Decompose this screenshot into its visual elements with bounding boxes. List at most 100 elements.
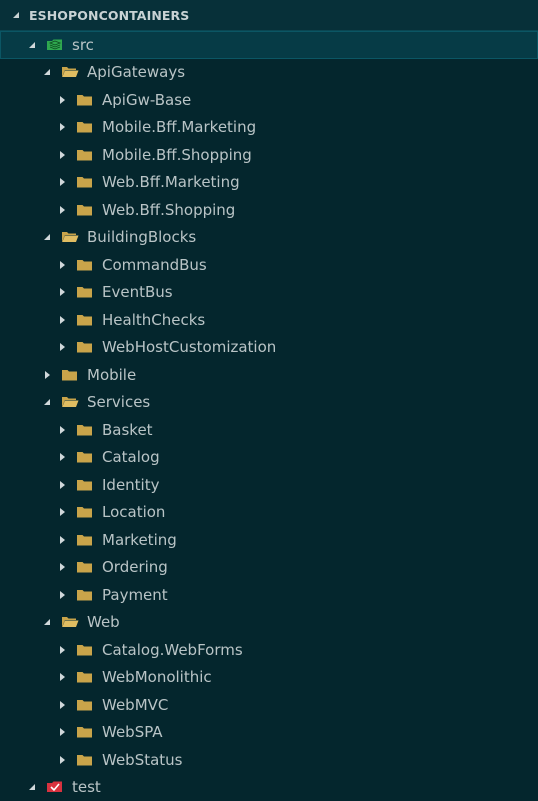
tree-item-web-bff-shopping[interactable]: Web.Bff.Shopping [0,196,538,224]
collapsed-arrow-icon[interactable] [57,150,67,160]
collapsed-arrow-icon[interactable] [57,507,67,517]
collapsed-arrow-icon[interactable] [57,177,67,187]
expanded-arrow-icon[interactable] [42,397,52,407]
tree-item-label: Marketing [102,531,177,549]
folder-icon [76,643,94,657]
explorer-title: ESHOPONCONTAINERS [29,8,189,23]
tree-item-buildingblocks[interactable]: BuildingBlocks [0,224,538,252]
folder-icon [76,340,94,354]
collapsed-arrow-icon[interactable] [57,205,67,215]
folder-open-icon [61,395,79,409]
tree-item-label: Catalog.WebForms [102,641,243,659]
tree-item-healthchecks[interactable]: HealthChecks [0,306,538,334]
tree-item-label: Mobile [87,366,136,384]
folder-icon [76,93,94,107]
folder-icon [76,423,94,437]
folder-open-icon [61,230,79,244]
folder-icon [76,175,94,189]
folder-icon [61,368,79,382]
tree-item-label: Mobile.Bff.Shopping [102,146,252,164]
collapsed-arrow-icon[interactable] [57,535,67,545]
tree-item-label: src [72,36,94,54]
collapsed-arrow-icon[interactable] [57,480,67,490]
tree-item-commandbus[interactable]: CommandBus [0,251,538,279]
tree-item-label: Mobile.Bff.Marketing [102,118,256,136]
tree-item-payment[interactable]: Payment [0,581,538,609]
collapsed-arrow-icon[interactable] [57,452,67,462]
collapsed-arrow-icon[interactable] [57,122,67,132]
collapsed-arrow-icon[interactable] [57,755,67,765]
tree-item-label: Location [102,503,165,521]
folder-open-icon [61,65,79,79]
folder-icon [76,203,94,217]
tree-item-apigateways[interactable]: ApiGateways [0,59,538,87]
collapsed-arrow-icon[interactable] [57,425,67,435]
folder-icon [76,120,94,134]
tree-item-label: WebStatus [102,751,183,769]
collapsed-arrow-icon[interactable] [57,645,67,655]
tree-item-label: EventBus [102,283,173,301]
tree-item-label: WebHostCustomization [102,338,276,356]
src-folder-icon [46,38,64,52]
collapsed-arrow-icon[interactable] [57,95,67,105]
collapsed-arrow-icon[interactable] [57,672,67,682]
tree-item-apigw-base[interactable]: ApiGw-Base [0,86,538,114]
tree-item-webstatus[interactable]: WebStatus [0,746,538,774]
tree-item-webhostcustomization[interactable]: WebHostCustomization [0,334,538,362]
tree-item-mobile-bff-marketing[interactable]: Mobile.Bff.Marketing [0,114,538,142]
tree-item-services[interactable]: Services [0,389,538,417]
tree-item-marketing[interactable]: Marketing [0,526,538,554]
collapsed-arrow-icon[interactable] [57,315,67,325]
tree-item-catalog[interactable]: Catalog [0,444,538,472]
collapsed-arrow-icon[interactable] [57,260,67,270]
collapsed-arrow-icon[interactable] [57,727,67,737]
tree-item-label: Web.Bff.Shopping [102,201,235,219]
expanded-arrow-icon[interactable] [27,782,37,792]
collapsed-arrow-icon[interactable] [57,700,67,710]
tree-item-label: HealthChecks [102,311,205,329]
tree-item-label: Basket [102,421,153,439]
collapsed-arrow-icon[interactable] [57,562,67,572]
tree-item-web[interactable]: Web [0,609,538,637]
tree-item-webmvc[interactable]: WebMVC [0,691,538,719]
expanded-arrow-icon[interactable] [42,67,52,77]
tree-item-eventbus[interactable]: EventBus [0,279,538,307]
folder-icon [76,505,94,519]
expanded-arrow-icon[interactable] [42,617,52,627]
expanded-arrow-icon[interactable] [42,232,52,242]
tree-item-label: WebSPA [102,723,163,741]
folder-icon [76,670,94,684]
collapsed-arrow-icon[interactable] [57,590,67,600]
folder-icon [76,588,94,602]
folder-icon [76,450,94,464]
tree-item-identity[interactable]: Identity [0,471,538,499]
tree-item-label: Payment [102,586,168,604]
tree-item-label: Identity [102,476,160,494]
tree-item-webspa[interactable]: WebSPA [0,719,538,747]
tree-item-src[interactable]: src [0,31,538,59]
folder-icon [76,313,94,327]
tree-item-label: Catalog [102,448,160,466]
explorer-section-header[interactable]: ESHOPONCONTAINERS [0,0,538,31]
tree-item-webmonolithic[interactable]: WebMonolithic [0,664,538,692]
tree-item-mobile[interactable]: Mobile [0,361,538,389]
folder-icon [76,148,94,162]
tree-item-label: Ordering [102,558,168,576]
tree-item-catalog-webforms[interactable]: Catalog.WebForms [0,636,538,664]
tree-item-basket[interactable]: Basket [0,416,538,444]
tree-item-label: WebMVC [102,696,168,714]
expanded-arrow-icon[interactable] [27,40,37,50]
tree-item-label: test [72,778,101,796]
collapsed-arrow-icon[interactable] [57,287,67,297]
collapsed-arrow-icon[interactable] [57,342,67,352]
folder-icon [76,560,94,574]
tree-item-label: Web.Bff.Marketing [102,173,240,191]
tree-item-web-bff-marketing[interactable]: Web.Bff.Marketing [0,169,538,197]
tree-item-mobile-bff-shopping[interactable]: Mobile.Bff.Shopping [0,141,538,169]
folder-icon [76,753,94,767]
collapsed-arrow-icon[interactable] [42,370,52,380]
tree-item-location[interactable]: Location [0,499,538,527]
tree-item-label: ApiGw-Base [102,91,191,109]
tree-item-ordering[interactable]: Ordering [0,554,538,582]
tree-item-test[interactable]: test [0,774,538,801]
